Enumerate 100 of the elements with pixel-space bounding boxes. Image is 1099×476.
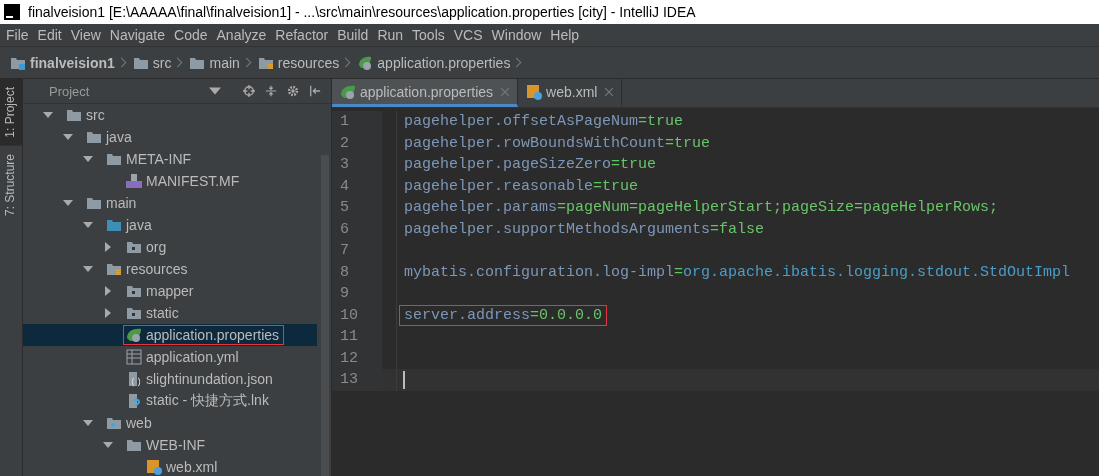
menu-item[interactable]: View <box>70 27 101 43</box>
folder-icon <box>126 437 142 453</box>
side-tab[interactable]: 7: Structure <box>0 145 22 224</box>
tab-label: web.xml <box>546 83 598 100</box>
breadcrumb-item[interactable]: application.properties <box>357 54 511 71</box>
folder-icon <box>126 305 142 321</box>
menu-item[interactable]: VCS <box>453 27 483 43</box>
menu-item[interactable]: Run <box>377 27 404 43</box>
folder-icon <box>106 217 122 233</box>
line-number: 4 <box>332 175 382 197</box>
tree-item[interactable]: WEB-INF <box>123 435 211 455</box>
tree-item[interactable]: org <box>123 237 172 257</box>
leaf-icon <box>340 83 356 100</box>
line-number: 11 <box>332 326 382 348</box>
tree-item[interactable]: application.properties <box>123 325 285 345</box>
collapse-icon[interactable] <box>265 85 277 97</box>
breadcrumb-item[interactable]: finalveision1 <box>10 54 115 71</box>
menu-item[interactable]: Edit <box>37 27 62 43</box>
folder-icon <box>86 195 102 211</box>
collapsed-arrow-icon[interactable] <box>103 242 113 252</box>
side-tab[interactable]: 1: Project <box>0 79 22 146</box>
tree-item[interactable]: slightinundation.json <box>123 369 278 389</box>
tree-item[interactable]: application.yml <box>123 347 244 367</box>
line-number: 2 <box>332 132 382 154</box>
json-file-icon <box>126 371 142 387</box>
code-line: pagehelper.pageSizeZero=true <box>403 155 658 176</box>
code-line: pagehelper.params=pageNum=pageHelperStart;pageSize=pageHelperRows; <box>403 198 1000 219</box>
line-number: 9 <box>332 283 382 305</box>
code-line: pagehelper.offsetAsPageNum=true <box>403 112 685 133</box>
folder-icon <box>126 239 142 255</box>
expanded-arrow-icon[interactable] <box>83 264 93 274</box>
line-number: 12 <box>332 347 382 369</box>
expanded-arrow-icon[interactable] <box>43 110 53 120</box>
line-number: 5 <box>332 197 382 219</box>
table-file-icon <box>126 349 142 365</box>
tree-item[interactable]: MANIFEST.MF <box>123 171 245 191</box>
collapsed-arrow-icon[interactable] <box>103 286 113 296</box>
code-line: pagehelper.reasonable=true <box>403 176 640 197</box>
tree-item[interactable]: META-INF <box>103 149 197 169</box>
tree-item[interactable]: static - 快捷方式.lnk <box>123 390 274 412</box>
menu-item[interactable]: Navigate <box>109 27 166 43</box>
crosshair-icon[interactable] <box>243 85 255 97</box>
menu-item[interactable]: Window <box>491 27 542 43</box>
hide-panel-icon[interactable] <box>309 85 321 97</box>
tree-item[interactable]: java <box>83 127 137 147</box>
tree-item[interactable]: web <box>103 413 157 433</box>
close-icon[interactable] <box>605 87 614 96</box>
tab-label: application.properties <box>360 83 494 100</box>
breadcrumb-item[interactable]: main <box>189 54 240 71</box>
dropdown-caret-icon[interactable] <box>209 85 221 97</box>
collapsed-arrow-icon[interactable] <box>103 308 113 318</box>
menu-item[interactable]: Tools <box>412 27 445 43</box>
file-icon <box>126 173 142 189</box>
xml-file-icon <box>526 83 543 100</box>
panel-title[interactable]: Project <box>35 83 199 99</box>
line-number: 1 <box>332 111 382 133</box>
expanded-arrow-icon[interactable] <box>83 418 93 428</box>
expanded-arrow-icon[interactable] <box>63 198 73 208</box>
line-number: 8 <box>332 261 382 283</box>
folder-icon <box>106 261 122 277</box>
expanded-arrow-icon[interactable] <box>63 132 73 142</box>
window-title: finalveision1 [E:\AAAAA\final\finalveision1] - ...\src\main\resources\application.properties [city] - IntelliJ IDEA <box>28 4 696 20</box>
menu-item[interactable]: Build <box>337 27 369 43</box>
app-logo-icon <box>4 4 20 20</box>
xml-file-icon <box>146 459 162 475</box>
line-number: 7 <box>332 240 382 262</box>
tree-item[interactable]: static <box>123 303 184 323</box>
folder-icon <box>86 129 102 145</box>
leaf-icon <box>357 54 374 71</box>
leaf-icon <box>126 327 142 343</box>
folder-icon <box>106 151 122 167</box>
code-line: pagehelper.supportMethodsArguments=false <box>403 219 766 240</box>
menu-item[interactable]: Analyze <box>216 27 267 43</box>
folder-icon <box>66 107 82 123</box>
tree-item[interactable]: main <box>83 193 142 213</box>
menu-item[interactable]: Help <box>550 27 580 43</box>
menu-item[interactable]: File <box>6 27 29 43</box>
expanded-arrow-icon[interactable] <box>103 440 113 450</box>
code-line: pagehelper.rowBoundsWithCount=true <box>403 133 712 154</box>
menu-item[interactable]: Code <box>174 27 208 43</box>
editor-tab[interactable]: web.xml <box>518 79 623 107</box>
tree-item[interactable]: resources <box>103 259 193 279</box>
folder-icon <box>126 283 142 299</box>
folder-icon <box>106 415 122 431</box>
tree-item[interactable]: mapper <box>123 281 199 301</box>
code-line: mybatis.configuration.log-impl=org.apache.ibatis.logging.stdout.StdOutImpl <box>403 262 1072 283</box>
unknown-file-icon <box>126 393 142 409</box>
expanded-arrow-icon[interactable] <box>83 220 93 230</box>
tree-item[interactable]: web.xml <box>143 457 223 476</box>
tree-item[interactable]: java <box>103 215 157 235</box>
editor-tab[interactable]: application.properties <box>332 79 519 107</box>
line-number: 6 <box>332 218 382 240</box>
expanded-arrow-icon[interactable] <box>83 154 93 164</box>
settings-icon[interactable] <box>287 85 299 97</box>
breadcrumb-item[interactable]: src <box>132 54 172 71</box>
breadcrumb-item[interactable]: resources <box>257 54 340 71</box>
line-number: 10 <box>332 304 382 326</box>
menu-item[interactable]: Refactor <box>275 27 329 43</box>
line-number: 3 <box>332 154 382 176</box>
tree-item[interactable]: src <box>63 105 110 125</box>
